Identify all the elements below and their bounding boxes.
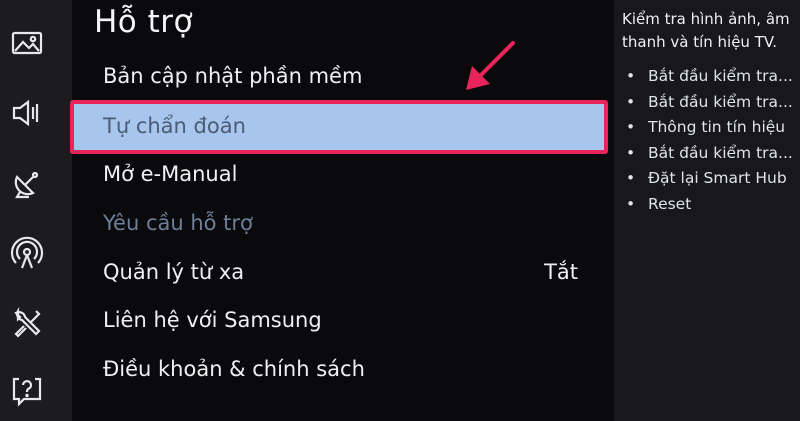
menu-item-label: Điều khoản & chính sách	[103, 357, 365, 381]
support-menu: Hỗ trợ Bản cập nhật phần mềm Tự chẩn đoá…	[70, 0, 614, 421]
list-item: • Reset	[626, 194, 692, 213]
settings-sidebar	[0, 0, 72, 421]
menu-item-label: Bản cập nhật phần mềm	[103, 64, 363, 88]
description-list: • Bắt đầu kiểm tra... • Bắt đầu kiểm tra..…	[626, 64, 796, 217]
menu-item-terms-policy[interactable]: Điều khoản & chính sách	[72, 349, 602, 393]
list-item-text: Đặt lại Smart Hub	[648, 169, 787, 187]
list-item: • Thông tin tín hiệu	[626, 118, 786, 136]
page-title: Hỗ trợ	[94, 4, 193, 40]
sound-icon[interactable]	[8, 94, 46, 132]
menu-item-label: Liên hệ với Samsung	[103, 308, 322, 332]
list-item-text: Reset	[648, 194, 692, 213]
menu-item-software-update[interactable]: Bản cập nhật phần mềm	[72, 56, 602, 100]
menu-item-request-support: Yêu cầu hỗ trợ	[72, 203, 602, 247]
menu-item-label: Tự chẩn đoán	[103, 114, 246, 138]
menu-item-label: Yêu cầu hỗ trợ	[103, 211, 253, 235]
menu-item-open-e-manual[interactable]: Mở e-Manual	[72, 154, 602, 198]
list-item: • Bắt đầu kiểm tra...	[626, 92, 793, 111]
description-heading: Kiểm tra hình ảnh, âm thanh và tín hiệu …	[622, 10, 790, 51]
remote-management-value: Tắt	[544, 260, 578, 284]
menu-item-label: Mở e-Manual	[103, 162, 238, 186]
tools-icon[interactable]	[8, 304, 46, 342]
list-item-text: Bắt đầu kiểm tra...	[648, 143, 793, 162]
list-item: • Bắt đầu kiểm tra...	[626, 143, 793, 162]
menu-item-label: Quản lý từ xa	[103, 260, 245, 284]
list-item-text: Thông tin tín hiệu	[648, 118, 786, 136]
list-item: • Bắt đầu kiểm tra...	[626, 67, 793, 85]
list-item-text: Bắt đầu kiểm tra...	[648, 92, 793, 111]
menu-item-contact-samsung[interactable]: Liên hệ với Samsung	[72, 300, 602, 344]
menu-item-self-diagnosis[interactable]: Tự chẩn đoán	[70, 100, 608, 154]
description-panel: Kiểm tra hình ảnh, âm thanh và tín hiệu …	[614, 0, 800, 421]
network-icon[interactable]	[8, 234, 46, 272]
broadcasting-icon[interactable]	[8, 164, 46, 202]
menu-item-remote-management[interactable]: Quản lý từ xa Tắt	[72, 252, 602, 296]
picture-icon[interactable]	[8, 24, 46, 62]
list-item-text: Bắt đầu kiểm tra...	[648, 67, 793, 85]
list-item: • Đặt lại Smart Hub	[626, 169, 787, 187]
annotation-arrow-icon	[466, 41, 515, 90]
support-icon[interactable]	[8, 372, 46, 410]
